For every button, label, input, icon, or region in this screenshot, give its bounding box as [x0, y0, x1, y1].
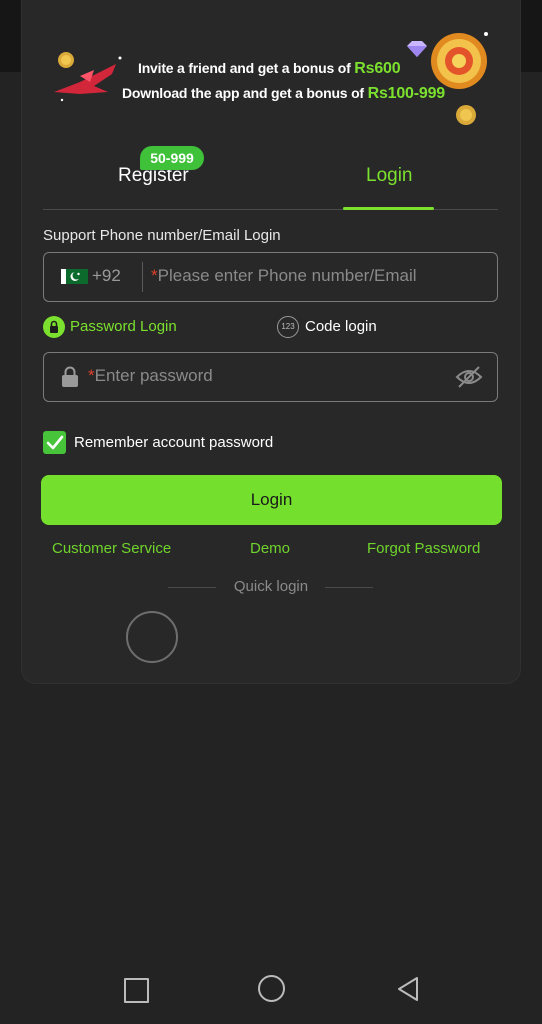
password-placeholder: Enter password: [94, 366, 213, 385]
phone-email-field[interactable]: +92 *Please enter Phone number/Email: [43, 252, 498, 302]
login-button[interactable]: Login: [41, 475, 502, 525]
phone-email-input[interactable]: *Please enter Phone number/Email: [151, 266, 417, 286]
check-icon: [46, 435, 64, 450]
pakistan-flag-icon: [61, 269, 88, 284]
active-tab-indicator: [343, 207, 434, 210]
recent-apps-icon[interactable]: [124, 978, 149, 1003]
back-icon[interactable]: [396, 976, 420, 1002]
phone-email-placeholder: Please enter Phone number/Email: [157, 266, 417, 285]
login-card: Invite a friend and get a bonus of Rs600…: [22, 0, 520, 683]
remember-label: Remember account password: [74, 434, 274, 451]
password-input[interactable]: *Enter password: [88, 366, 213, 386]
lock-icon: [43, 316, 65, 338]
customer-service-link[interactable]: Customer Service: [52, 540, 171, 557]
invite-text: Invite a friend and get a bonus of: [138, 60, 351, 76]
required-mark: *: [151, 266, 158, 285]
forgot-password-link[interactable]: Forgot Password: [367, 540, 480, 557]
country-code-selector[interactable]: +92: [92, 266, 121, 286]
lock-icon: [62, 366, 78, 387]
required-mark: *: [88, 366, 95, 385]
invite-bonus: Rs600: [354, 60, 401, 77]
treasure-icon: [431, 32, 488, 89]
promo-banner[interactable]: Invite a friend and get a bonus of Rs600…: [22, 0, 520, 135]
code-icon: 123: [277, 316, 299, 338]
demo-link[interactable]: Demo: [250, 540, 290, 557]
home-icon[interactable]: [258, 975, 285, 1002]
system-navigation-bar: [0, 952, 542, 1024]
code-login-label: Code login: [305, 318, 377, 335]
password-login-label: Password Login: [70, 318, 177, 335]
quick-login-social-button[interactable]: [126, 611, 178, 663]
quick-login-label: Quick login: [233, 578, 309, 595]
plane-icon: [54, 52, 122, 102]
password-field[interactable]: *Enter password: [43, 352, 498, 402]
register-bonus-badge: 50-999: [140, 146, 204, 170]
quick-login-divider-right: [325, 587, 373, 588]
eye-off-icon[interactable]: [455, 365, 483, 389]
coin-icon: [456, 105, 476, 125]
tab-login[interactable]: Login: [366, 165, 413, 187]
diamond-icon: [407, 41, 427, 57]
field-separator: [142, 262, 143, 292]
login-method-label: Support Phone number/Email Login: [43, 227, 281, 244]
download-text: Download the app and get a bonus of: [122, 85, 364, 101]
remember-checkbox[interactable]: [43, 431, 66, 454]
